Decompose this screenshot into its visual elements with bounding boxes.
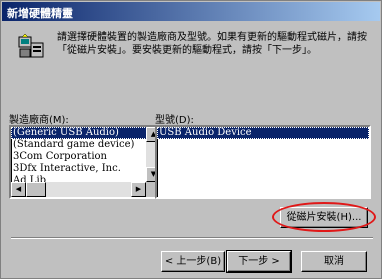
cancel-button[interactable]: 取消 <box>301 251 367 272</box>
model-label: 型號(D): <box>155 115 194 126</box>
back-button[interactable]: < 上一步(B) <box>161 251 225 272</box>
list-item[interactable]: (Generic USB Audio) <box>11 127 161 139</box>
hardware-wizard-icon <box>18 33 44 58</box>
scroll-thumb[interactable] <box>26 182 46 197</box>
title-bar[interactable]: 新增硬體精靈 <box>2 2 380 21</box>
list-item[interactable]: USB Audio Device <box>157 127 369 139</box>
instruction-text: 請選擇硬體裝置的製造廠商及型號。如果有更新的驅動程式磁片，請按「從磁片安裝」。要… <box>57 32 367 56</box>
scroll-right-icon[interactable]: ▶ <box>131 182 146 197</box>
list-item[interactable]: (Standard game device) <box>11 139 161 151</box>
window-title: 新增硬體精靈 <box>7 7 73 20</box>
next-button[interactable]: 下一步 > <box>226 250 292 273</box>
list-item[interactable]: 3Com Corporation <box>11 151 161 163</box>
manufacturer-horizontal-scrollbar[interactable]: ◀ ▶ <box>11 182 146 197</box>
manufacturer-listbox[interactable]: (Generic USB Audio) (Standard game device… <box>9 125 163 199</box>
list-item[interactable]: 3Dfx Interactive, Inc. <box>11 163 161 175</box>
scroll-left-icon[interactable]: ◀ <box>11 182 26 197</box>
manufacturer-label: 製造廠商(M): <box>9 115 69 126</box>
model-items: USB Audio Device <box>157 127 369 139</box>
add-hardware-wizard-window: 新增硬體精靈 請選擇硬體裝置的製造廠商及型號。如果有更新的驅動程式磁片，請按「從… <box>0 0 382 279</box>
model-listbox[interactable]: USB Audio Device <box>155 125 371 199</box>
separator <box>11 237 373 239</box>
highlight-annotation <box>272 202 376 232</box>
